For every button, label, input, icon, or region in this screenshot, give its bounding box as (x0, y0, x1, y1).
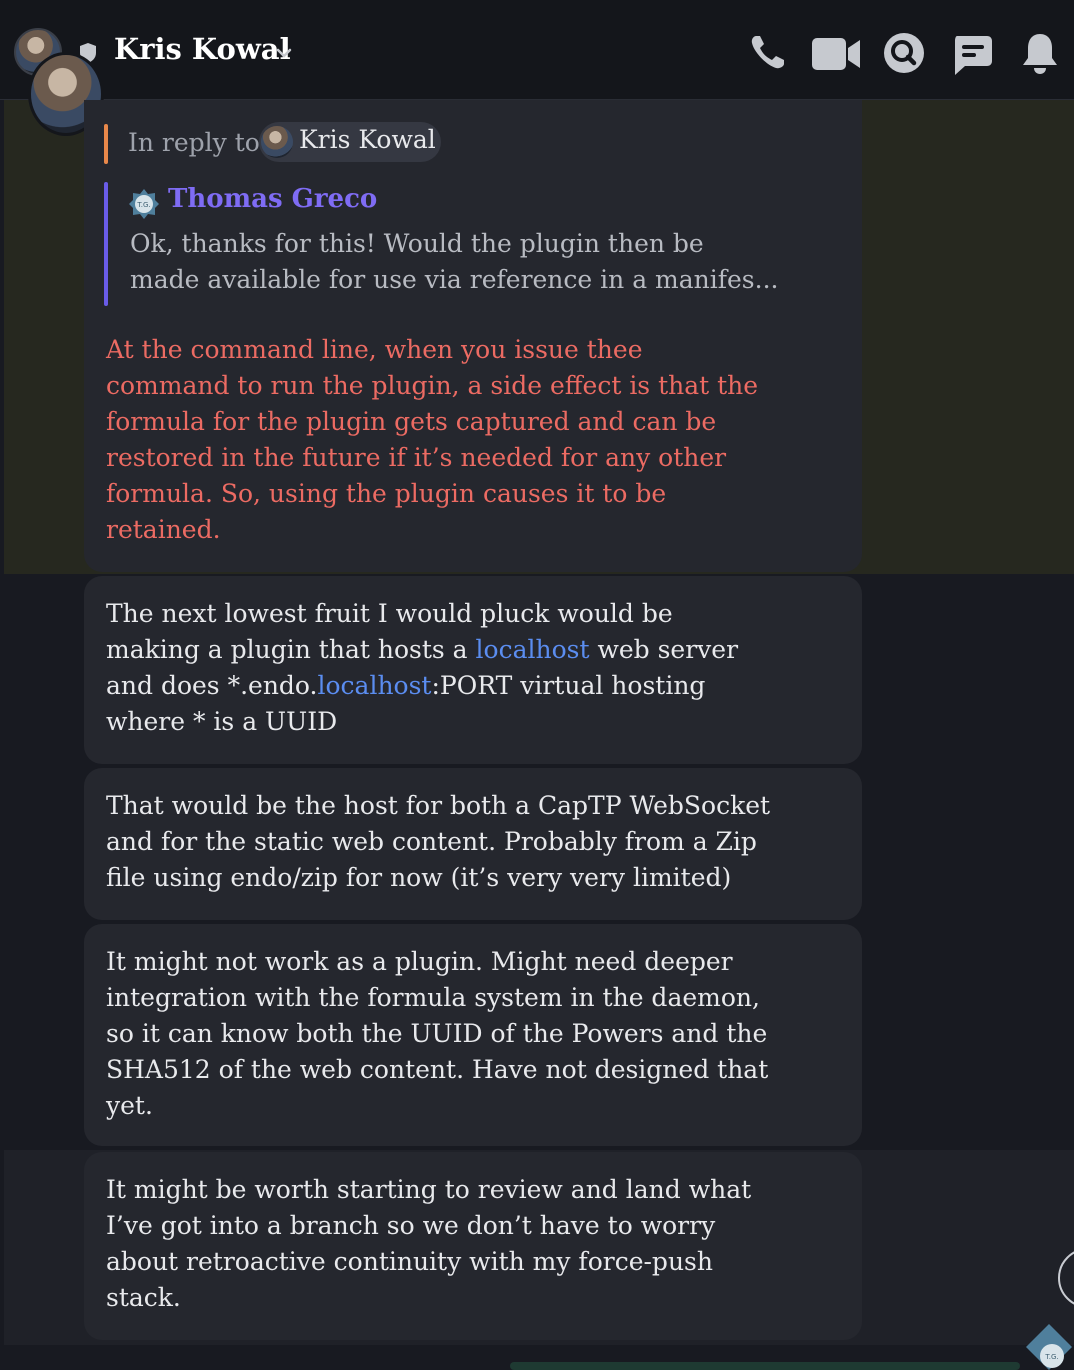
message-text: That would be the host for both a CapTP … (106, 791, 771, 892)
localhost-link[interactable]: localhost (476, 635, 590, 664)
message-bubble[interactable]: The next lowest fruit I would pluck woul… (84, 576, 862, 764)
room-header: Kris Kowal (0, 0, 1074, 100)
localhost-link[interactable]: localhost (318, 671, 432, 700)
room-title[interactable]: Kris Kowal (114, 32, 291, 66)
message-bubble[interactable]: It might be worth starting to review and… (84, 1152, 862, 1340)
read-receipt-avatar: T.G. (1026, 1324, 1072, 1370)
message-text: At the command line, when you issue thee… (106, 335, 759, 544)
video-icon[interactable] (812, 38, 862, 70)
initials-label: T.G. (136, 201, 150, 209)
bell-icon[interactable] (1020, 32, 1060, 76)
quoted-author[interactable]: Thomas Greco (168, 184, 377, 214)
message-bubble[interactable]: It might not work as a plugin. Might nee… (84, 924, 862, 1146)
thomas-greco-avatar: T.G. (129, 189, 159, 219)
reply-message[interactable]: In reply to Kris Kowal T.G. Thomas Greco… (84, 100, 862, 572)
chevron-down-icon[interactable] (274, 43, 294, 63)
composer-edge (510, 1362, 1020, 1370)
threads-icon[interactable] (951, 34, 993, 76)
message-text: The next lowest fruit I would pluck woul… (106, 596, 846, 740)
reply-indicator-bar (104, 124, 108, 164)
reply-user-avatar (261, 126, 293, 158)
initials-label: T.G. (1044, 1353, 1058, 1361)
reply-user-pill[interactable]: Kris Kowal (259, 122, 441, 162)
quote-bar (104, 182, 108, 306)
in-reply-to-label: In reply to (128, 128, 260, 157)
reply-user-name: Kris Kowal (299, 125, 436, 154)
quoted-message[interactable]: T.G. Thomas Greco Ok, thanks for this! W… (104, 182, 824, 306)
quoted-text: Ok, thanks for this! Would the plugin th… (130, 229, 779, 294)
search-icon[interactable] (883, 32, 925, 74)
message-text: It might be worth starting to review and… (106, 1175, 752, 1312)
message-bubble[interactable]: That would be the host for both a CapTP … (84, 768, 862, 920)
message-text: It might not work as a plugin. Might nee… (106, 947, 769, 1120)
phone-icon[interactable] (748, 32, 788, 72)
